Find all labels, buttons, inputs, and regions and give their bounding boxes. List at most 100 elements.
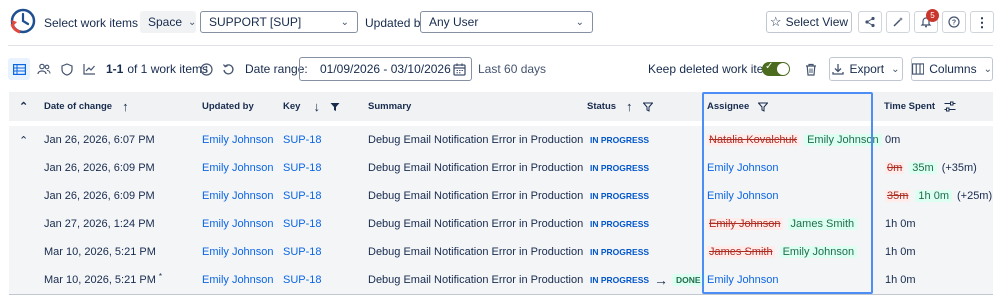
- issue-key-link[interactable]: SUP-18: [283, 154, 322, 182]
- space-dropdown[interactable]: Space ⌄: [140, 11, 196, 33]
- filter-icon[interactable]: [642, 102, 653, 112]
- table-row[interactable]: Jan 26, 2026, 6:09 PM Emily Johnson SUP-18…: [9, 154, 993, 182]
- status-cell: IN PROGRESS → DONE: [590, 266, 705, 294]
- download-icon: [832, 64, 845, 75]
- space-label: Space: [148, 15, 183, 29]
- column-header-key[interactable]: Key ↓: [283, 92, 340, 121]
- history-clock-icon: [10, 8, 36, 34]
- table-row[interactable]: Jan 26, 2026, 6:09 PM Emily Johnson SUP-18…: [9, 182, 993, 210]
- issue-key-link[interactable]: SUP-18: [283, 238, 322, 266]
- status-cell: IN PROGRESS: [590, 126, 649, 154]
- keep-deleted-toggle[interactable]: ✓: [762, 61, 790, 76]
- help-button[interactable]: ?: [942, 11, 966, 33]
- status-lozenge: IN PROGRESS: [590, 247, 650, 257]
- table-row[interactable]: ⌃ Jan 26, 2026, 6:07 PM Emily Johnson SUP-1…: [9, 126, 993, 154]
- summary-cell: Debug Email Notification Error in Produc…: [368, 246, 584, 258]
- issue-key-link[interactable]: SUP-18: [283, 126, 322, 154]
- column-header-summary[interactable]: Summary: [368, 92, 411, 121]
- export-button[interactable]: Export ⌄: [829, 57, 903, 81]
- table-view-icon: [12, 63, 26, 75]
- table-row[interactable]: Mar 10, 2026, 5:21 PM Emily Johnson SUP-18…: [9, 238, 993, 266]
- column-header-status[interactable]: Status ↑: [587, 92, 653, 121]
- export-label: Export: [849, 62, 885, 76]
- assignee-new: James Smith: [787, 218, 858, 230]
- toolbar-divider: [8, 45, 993, 46]
- updated-by-select[interactable]: Any User ⌄: [420, 11, 593, 33]
- date-cell: Jan 27, 2026, 1:24 PM: [44, 210, 155, 238]
- issue-key-link[interactable]: SUP-18: [283, 182, 322, 210]
- date-cell: Jan 26, 2026, 6:09 PM: [44, 182, 155, 210]
- date-value: Jan 26, 2026, 6:09 PM: [44, 162, 155, 174]
- shield-view-button[interactable]: [59, 57, 75, 81]
- assignee-link[interactable]: Emily Johnson: [707, 266, 779, 294]
- time-spent-old: 35m: [885, 190, 911, 202]
- column-header-assignee[interactable]: Assignee: [707, 92, 769, 121]
- column-header-key-label: Key: [283, 101, 301, 112]
- sort-ascending-icon[interactable]: ↑: [626, 99, 633, 114]
- select-view-label: Select View: [785, 15, 849, 29]
- help-icon: ?: [948, 16, 960, 28]
- column-header-assignee-label: Assignee: [707, 101, 750, 112]
- column-header-date[interactable]: Date of change ↑: [44, 92, 129, 121]
- issue-key-link[interactable]: SUP-18: [283, 210, 322, 238]
- updated-by-link[interactable]: Emily Johnson: [202, 182, 274, 210]
- filter-filled-icon[interactable]: [330, 102, 340, 112]
- sliders-icon[interactable]: [944, 101, 956, 112]
- date-cell: Jan 26, 2026, 6:09 PM: [44, 154, 155, 182]
- updated-by-link[interactable]: Emily Johnson: [202, 238, 274, 266]
- column-header-updated-by[interactable]: Updated by: [202, 92, 254, 121]
- table-view-button[interactable]: [8, 58, 30, 80]
- updated-by-link[interactable]: Emily Johnson: [202, 210, 274, 238]
- table-row[interactable]: Jan 27, 2026, 1:24 PM Emily Johnson SUP-18…: [9, 210, 993, 238]
- date-marker: *: [158, 271, 163, 281]
- status-lozenge: IN PROGRESS: [590, 135, 650, 145]
- collapse-all-button[interactable]: ⌃: [19, 92, 28, 121]
- issue-key-link[interactable]: SUP-18: [283, 266, 322, 294]
- refresh-button[interactable]: [221, 57, 235, 81]
- share-button[interactable]: [858, 11, 882, 33]
- row-collapse-button[interactable]: ⌃: [19, 126, 28, 154]
- assignee-old: Emily Johnson: [707, 218, 783, 230]
- item-count-range: 1-1: [106, 62, 124, 76]
- assignee-link[interactable]: Emily Johnson: [707, 154, 779, 182]
- project-select[interactable]: SUPPORT [SUP] ⌄: [200, 11, 358, 33]
- date-value: Mar 10, 2026, 5:21 PM: [44, 274, 156, 286]
- info-button[interactable]: [199, 57, 213, 81]
- table-row[interactable]: Mar 10, 2026, 5:21 PM * Emily Johnson SUP-1…: [9, 266, 993, 294]
- date-value: Mar 10, 2026, 5:21 PM: [44, 246, 156, 258]
- updated-by-link[interactable]: Emily Johnson: [202, 126, 274, 154]
- chart-view-button[interactable]: [81, 57, 97, 81]
- time-spent-change-cell: 35m 1h 0m (+25m): [885, 182, 992, 210]
- column-header-status-label: Status: [587, 101, 617, 112]
- time-spent-delta: (+25m): [956, 190, 993, 202]
- time-spent-new: 1h 0m: [915, 190, 952, 202]
- time-spent-cell: 1h 0m: [885, 246, 916, 258]
- assignee-change-cell: Emily Johnson James Smith: [707, 210, 858, 238]
- more-options-button[interactable]: ⋮: [970, 11, 994, 33]
- filter-icon[interactable]: [758, 102, 769, 112]
- assignee-old: Natalia Kovalchuk: [707, 134, 800, 146]
- delete-button[interactable]: [800, 57, 822, 81]
- assignee-link[interactable]: Emily Johnson: [707, 182, 779, 210]
- summary-cell: Debug Email Notification Error in Produc…: [368, 162, 584, 174]
- chevron-up-icon: ⌃: [19, 134, 29, 147]
- assignee-change-cell: James Smith Emily Johnson: [707, 238, 858, 266]
- sort-ascending-icon[interactable]: ↑: [122, 99, 129, 114]
- item-count: 1-1 of 1 work items: [106, 57, 208, 81]
- chevron-down-icon: ⌄: [891, 63, 900, 75]
- share-icon: [865, 16, 875, 28]
- time-spent-delta: (+35m): [941, 162, 977, 174]
- columns-icon: [912, 63, 925, 75]
- select-view-button[interactable]: ☆ Select View: [766, 11, 852, 33]
- columns-button[interactable]: Columns ⌄: [911, 57, 993, 81]
- group-view-button[interactable]: [36, 57, 52, 81]
- status-lozenge: IN PROGRESS: [590, 219, 650, 229]
- sort-descending-icon[interactable]: ↓: [313, 99, 320, 114]
- magic-wand-button[interactable]: [886, 11, 910, 33]
- updated-by-link[interactable]: Emily Johnson: [202, 266, 274, 294]
- calendar-icon[interactable]: [453, 63, 466, 76]
- table-header: ⌃ Date of change ↑ Updated by Key ↓ Summ…: [9, 92, 993, 121]
- date-range-input[interactable]: 01/09/2026 - 03/10/2026: [299, 57, 472, 81]
- updated-by-link[interactable]: Emily Johnson: [202, 154, 274, 182]
- column-header-time-spent[interactable]: Time Spent: [884, 92, 956, 121]
